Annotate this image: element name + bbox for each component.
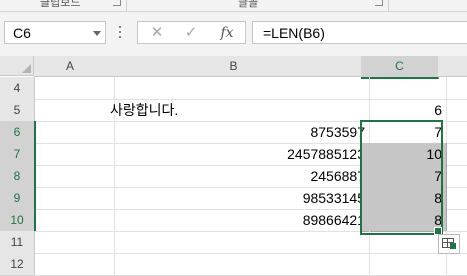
formula-bar-grip-icon[interactable]: [118, 26, 122, 40]
cell-d5[interactable]: [438, 99, 467, 122]
cell-a8[interactable]: [34, 165, 115, 188]
cell-c12[interactable]: [361, 253, 447, 276]
row-header-4[interactable]: 4: [0, 77, 35, 100]
worksheet-grid: A B C 4 5 사랑합니다. 6 6 8753597 7 7 2457885…: [0, 56, 467, 276]
ribbon-strip: 클립보드 글꼴: [0, 0, 467, 12]
cell-b8[interactable]: 2456887: [106, 165, 370, 188]
dialog-launcher-icon[interactable]: [113, 0, 121, 6]
cell-a7[interactable]: [34, 143, 115, 166]
select-all-button[interactable]: [0, 56, 34, 76]
cell-c5[interactable]: 6: [361, 99, 447, 122]
cell-c4[interactable]: [361, 77, 447, 100]
name-box[interactable]: C6: [4, 21, 106, 44]
cell-b4[interactable]: [106, 77, 370, 100]
column-header-b[interactable]: B: [106, 56, 362, 77]
cell-d12[interactable]: [438, 253, 467, 276]
name-box-value: C6: [13, 25, 31, 41]
cell-b6[interactable]: 8753597: [106, 121, 370, 144]
row-header-8[interactable]: 8: [0, 165, 36, 188]
cell-b12[interactable]: [106, 253, 370, 276]
cell-d6[interactable]: [438, 121, 467, 144]
cell-c6[interactable]: 7: [361, 121, 447, 144]
column-header-c[interactable]: C: [361, 56, 439, 79]
row-header-9[interactable]: 9: [0, 187, 36, 210]
cell-d8[interactable]: [438, 165, 467, 188]
quick-analysis-icon[interactable]: [438, 234, 460, 254]
enter-icon[interactable]: ✓: [176, 22, 206, 45]
cell-b5[interactable]: 사랑합니다.: [106, 99, 370, 122]
row-header-11[interactable]: 11: [0, 231, 35, 254]
cell-c9[interactable]: 8: [361, 187, 447, 210]
cell-a10[interactable]: [34, 209, 115, 232]
row-header-10[interactable]: 10: [0, 209, 36, 232]
formula-text: =LEN(B6): [263, 25, 325, 41]
row-header-5[interactable]: 5: [0, 99, 35, 122]
cell-a5[interactable]: [34, 99, 115, 122]
ribbon-group-label-font: 글꼴: [238, 0, 259, 9]
cell-a6[interactable]: [34, 121, 115, 144]
column-header-d[interactable]: [438, 56, 467, 77]
cancel-icon[interactable]: ✕: [142, 22, 172, 45]
cell-d7[interactable]: [438, 143, 467, 166]
cell-b11[interactable]: [106, 231, 370, 254]
ribbon-group-label-clipboard: 클립보드: [40, 0, 81, 9]
row-header-12[interactable]: 12: [0, 253, 35, 276]
cell-b7[interactable]: 2457885123: [106, 143, 370, 166]
cell-c7[interactable]: 10: [361, 143, 447, 166]
cell-a12[interactable]: [34, 253, 115, 276]
row-header-7[interactable]: 7: [0, 143, 36, 166]
cell-a11[interactable]: [34, 231, 115, 254]
cell-d10[interactable]: [438, 209, 467, 232]
insert-function-icon[interactable]: fx: [212, 22, 242, 45]
dialog-launcher-icon[interactable]: [375, 0, 383, 6]
chevron-down-icon[interactable]: [93, 31, 101, 36]
formula-input[interactable]: =LEN(B6): [252, 21, 467, 44]
row-header-6[interactable]: 6: [0, 121, 36, 144]
cell-a9[interactable]: [34, 187, 115, 210]
ribbon-separator: [126, 0, 127, 11]
cell-a4[interactable]: [34, 77, 115, 100]
cell-c8[interactable]: 7: [361, 165, 447, 188]
ribbon-separator: [388, 0, 389, 11]
cell-d4[interactable]: [438, 77, 467, 100]
formula-buttons: ✕ ✓ fx: [137, 21, 246, 44]
cell-b10[interactable]: 89866421: [106, 209, 370, 232]
cell-d9[interactable]: [438, 187, 467, 210]
column-header-a[interactable]: A: [34, 56, 107, 77]
cell-b9[interactable]: 98533145: [106, 187, 370, 210]
